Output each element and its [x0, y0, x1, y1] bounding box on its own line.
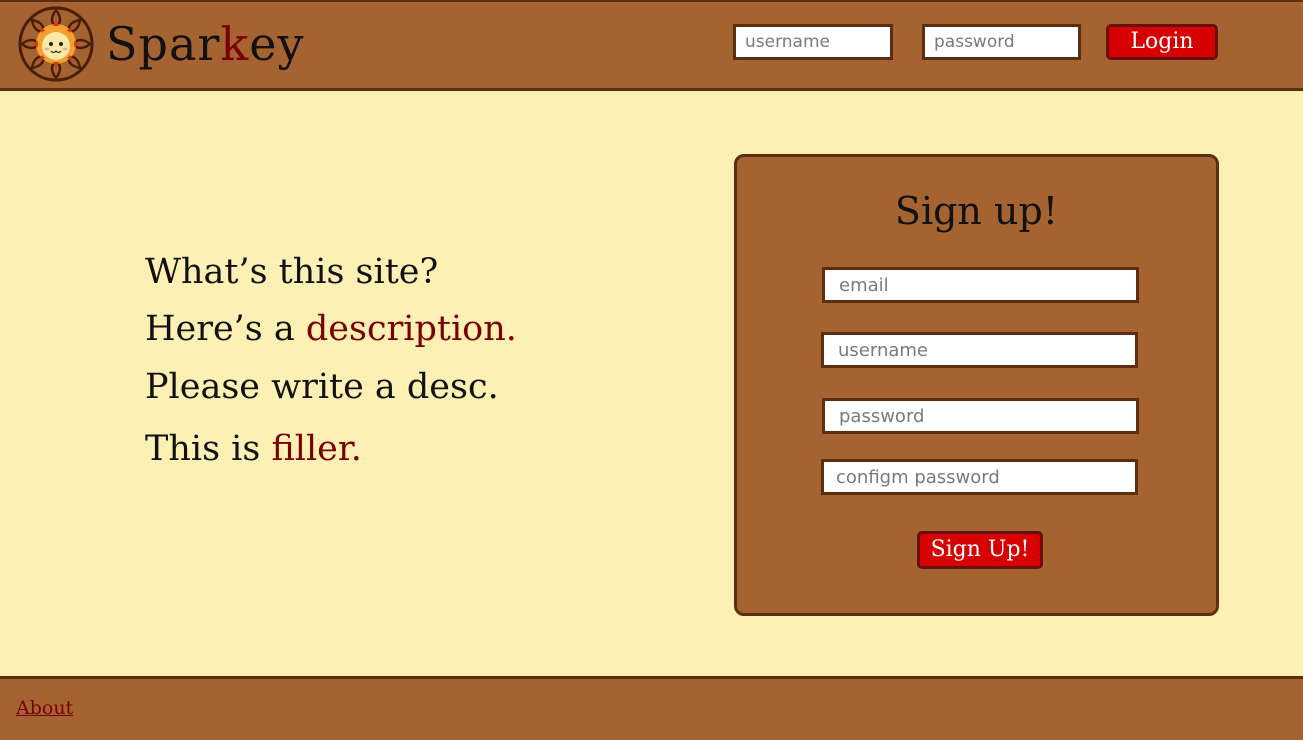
signup-title: Sign up!: [894, 189, 1059, 233]
description-line-2-highlight: description.: [305, 309, 517, 349]
signup-button[interactable]: Sign Up!: [917, 531, 1043, 569]
login-button[interactable]: Login: [1106, 24, 1218, 60]
brand-prefix: Spar: [106, 17, 221, 71]
brand-accent-letter: k: [220, 17, 250, 71]
header-username-input[interactable]: [733, 24, 893, 60]
description-line-4: This is filler.: [145, 429, 362, 469]
footer-bar: About: [0, 676, 1303, 740]
signup-email-input[interactable]: [822, 267, 1139, 303]
signup-confirm-password-input[interactable]: [821, 459, 1138, 495]
description-line-3: Please write a desc.: [145, 367, 499, 407]
description-line-4-highlight: filler.: [271, 429, 362, 469]
header-password-input[interactable]: [922, 24, 1081, 60]
signup-panel: Sign up! Sign Up!: [734, 154, 1219, 616]
brand-name[interactable]: Sparkey: [106, 16, 304, 72]
signup-password-input[interactable]: [822, 398, 1139, 434]
brand-suffix: ey: [249, 17, 305, 71]
description-line-1: What’s this site?: [145, 252, 439, 292]
description-line-4-prefix: This is: [145, 429, 272, 469]
about-link[interactable]: About: [16, 697, 73, 719]
top-bar: Sparkey Login: [0, 0, 1303, 91]
description-line-2-prefix: Here’s a: [145, 309, 306, 349]
sun-face-logo-icon[interactable]: [18, 6, 94, 82]
description-line-2: Here’s a description.: [145, 309, 517, 349]
signup-username-input[interactable]: [821, 332, 1138, 368]
